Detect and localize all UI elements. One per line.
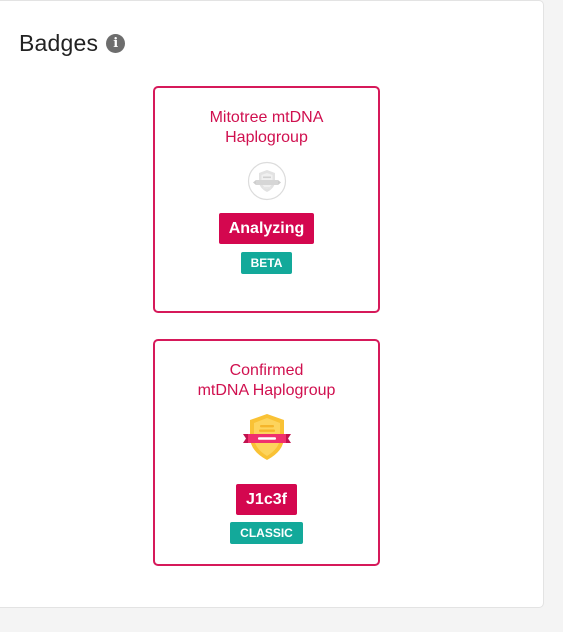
badge-card-confirmed[interactable]: Confirmed mtDNA Haplogroup J1c3f CLASSIC bbox=[153, 339, 380, 566]
badge-value: Analyzing bbox=[218, 213, 315, 244]
section-header: Badges i bbox=[19, 30, 126, 57]
badge-card-title-line: Haplogroup bbox=[225, 129, 308, 146]
placeholder-shield-icon bbox=[155, 161, 378, 203]
badge-card-title: Confirmed mtDNA Haplogroup bbox=[155, 361, 378, 401]
badge-tag: CLASSIC bbox=[230, 522, 303, 544]
badge-card-title-line: Mitotree mtDNA bbox=[209, 109, 324, 126]
section-title: Badges bbox=[19, 30, 99, 56]
badge-card-title-line: mtDNA Haplogroup bbox=[197, 382, 336, 399]
badge-card-mitotree[interactable]: Mitotree mtDNA Haplogroup Analyzing BETA bbox=[153, 86, 380, 313]
badge-card-title: Mitotree mtDNA Haplogroup bbox=[155, 108, 378, 148]
badge-value: J1c3f bbox=[236, 484, 297, 515]
gold-shield-ribbon-icon bbox=[155, 410, 378, 468]
info-icon[interactable]: i bbox=[106, 34, 126, 53]
badge-card-title-line: Confirmed bbox=[229, 362, 304, 379]
badge-tag: BETA bbox=[240, 252, 293, 274]
